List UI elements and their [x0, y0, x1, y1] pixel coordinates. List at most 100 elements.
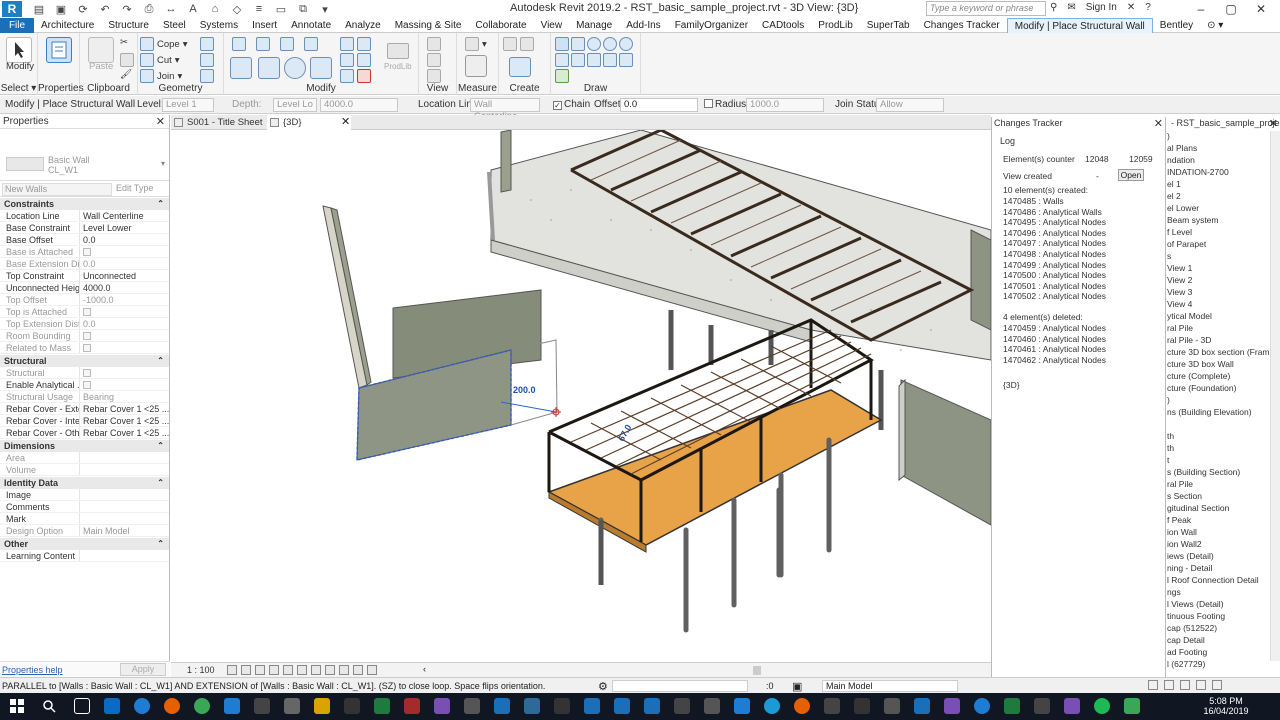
- level-select[interactable]: Level 1: [162, 98, 214, 112]
- match-type-icon[interactable]: 🖌: [120, 69, 132, 80]
- redo-icon[interactable]: ↷: [120, 3, 134, 16]
- browser-item[interactable]: th: [1167, 431, 1174, 441]
- browser-item[interactable]: ral Pile: [1167, 479, 1193, 489]
- collapse-icon[interactable]: ⌃: [157, 198, 164, 210]
- browser-item[interactable]: ion Wall2: [1167, 539, 1202, 549]
- tab-annotate[interactable]: Annotate: [284, 18, 338, 33]
- property-value[interactable]: Rebar Cover 1 <25 ...: [80, 403, 169, 414]
- paste-icon[interactable]: [88, 37, 114, 63]
- acrobat-icon[interactable]: [404, 698, 420, 714]
- checkbox[interactable]: [83, 248, 91, 256]
- property-value[interactable]: Bearing: [80, 391, 169, 402]
- browser-item[interactable]: s Section: [1167, 491, 1202, 501]
- browser-item[interactable]: s: [1167, 251, 1171, 261]
- properties-help-link[interactable]: Properties help: [2, 665, 63, 675]
- outlook-icon[interactable]: [104, 698, 120, 714]
- created-item[interactable]: 1470500 : Analytical Nodes: [1003, 270, 1106, 280]
- store-icon[interactable]: [344, 698, 360, 714]
- property-value[interactable]: Rebar Cover 1 <25 ...: [80, 415, 169, 426]
- modify-arrow-icon[interactable]: [6, 37, 32, 63]
- line-tool-icon[interactable]: [555, 37, 569, 51]
- property-value[interactable]: [80, 464, 169, 475]
- file-explorer-icon[interactable]: [314, 698, 330, 714]
- close-icon[interactable]: ✕: [156, 115, 165, 128]
- model-canvas[interactable]: 200.0 67.0: [171, 130, 991, 661]
- temp-hide-icon[interactable]: [325, 665, 335, 675]
- copy-icon[interactable]: [120, 53, 134, 67]
- revit-task-icon-2[interactable]: [614, 698, 630, 714]
- cut-clipboard-icon[interactable]: ✂: [120, 37, 128, 48]
- browser-item[interactable]: ngs: [1167, 587, 1181, 597]
- property-value[interactable]: [80, 342, 169, 353]
- deleted-item[interactable]: 1470461 : Analytical Nodes: [1003, 344, 1106, 354]
- visual-style-icon[interactable]: [241, 665, 251, 675]
- created-item[interactable]: 1470497 : Analytical Nodes: [1003, 238, 1106, 248]
- app-icon-2[interactable]: [464, 698, 480, 714]
- depth-select[interactable]: Level Lo: [273, 98, 317, 112]
- create-group-icon[interactable]: [509, 57, 531, 77]
- browser-item[interactable]: Beam system: [1167, 215, 1219, 225]
- mirror-draw-icon[interactable]: [304, 37, 318, 51]
- fillet-arc-icon[interactable]: [619, 53, 633, 67]
- onenote-icon[interactable]: [434, 698, 450, 714]
- chevron-down-icon[interactable]: ▾: [161, 159, 165, 168]
- property-value[interactable]: 0.0: [80, 234, 169, 245]
- created-item[interactable]: 1470502 : Analytical Nodes: [1003, 291, 1106, 301]
- property-value[interactable]: -1000.0: [80, 294, 169, 305]
- browser-item[interactable]: View 1: [1167, 263, 1192, 273]
- task-view-icon[interactable]: [74, 698, 90, 714]
- browser-item[interactable]: s (Building Section): [1167, 467, 1240, 477]
- firefox-icon[interactable]: [164, 698, 180, 714]
- checkbox[interactable]: [83, 381, 91, 389]
- offset-input[interactable]: 0.0: [620, 98, 698, 112]
- editing-requests[interactable]: :0: [766, 681, 774, 691]
- browser-item[interactable]: t: [1167, 455, 1169, 465]
- open-button[interactable]: Open: [1118, 169, 1144, 181]
- browser-item[interactable]: ndation: [1167, 155, 1195, 165]
- property-value[interactable]: [80, 379, 169, 390]
- created-item[interactable]: 1470485 : Walls: [1003, 196, 1064, 206]
- sync-icon[interactable]: ⟳: [76, 3, 90, 16]
- property-value[interactable]: [80, 550, 169, 561]
- property-value[interactable]: [80, 306, 169, 317]
- visual-studio-icon[interactable]: [944, 698, 960, 714]
- property-value[interactable]: Main Model: [80, 525, 169, 536]
- windows-start-icon[interactable]: [10, 699, 24, 713]
- app-icon-3[interactable]: [524, 698, 540, 714]
- properties-icon[interactable]: [46, 37, 72, 63]
- browser-item[interactable]: cap Detail: [1167, 635, 1205, 645]
- spotify-icon[interactable]: [1094, 698, 1110, 714]
- analytical-model-icon[interactable]: [353, 665, 363, 675]
- property-value[interactable]: [80, 330, 169, 341]
- browser-item[interactable]: iews (Detail): [1167, 551, 1214, 561]
- tab-bentley[interactable]: Bentley: [1153, 18, 1200, 33]
- sign-in-button[interactable]: Sign In: [1086, 2, 1117, 13]
- arc-tool-icon[interactable]: [555, 53, 569, 67]
- cut-geometry-button[interactable]: Cut ▾: [140, 53, 180, 67]
- browser-item[interactable]: l Roof Connection Detail: [1167, 575, 1259, 585]
- lock-view-icon[interactable]: [311, 665, 321, 675]
- text-icon[interactable]: A: [186, 3, 200, 16]
- tab-file[interactable]: File: [0, 17, 34, 33]
- highlight-displacement-icon[interactable]: [367, 665, 377, 675]
- property-value[interactable]: [80, 501, 169, 512]
- tab-architecture[interactable]: Architecture: [34, 18, 101, 33]
- paste-button[interactable]: Paste: [89, 61, 113, 72]
- browser-item[interactable]: View 4: [1167, 299, 1192, 309]
- deleted-item[interactable]: 1470459 : Analytical Nodes: [1003, 323, 1106, 333]
- app-icon-4[interactable]: [554, 698, 570, 714]
- browser-item[interactable]: INDATION-2700: [1167, 167, 1229, 177]
- taskbar-clock[interactable]: 5:08 PM 16/04/2019: [1196, 696, 1256, 716]
- properties-button[interactable]: Properties: [38, 83, 84, 94]
- deleted-item[interactable]: 1470462 : Analytical Nodes: [1003, 355, 1106, 365]
- browser-item[interactable]: ion Wall: [1167, 527, 1197, 537]
- paint-icon[interactable]: [200, 53, 214, 67]
- browser-item[interactable]: gitudinal Section: [1167, 503, 1229, 513]
- property-value[interactable]: [80, 367, 169, 378]
- exchange-icon[interactable]: ✕: [1127, 2, 1135, 13]
- copy-modify-icon[interactable]: [258, 57, 280, 79]
- trim-icon[interactable]: [310, 57, 332, 79]
- property-group-header[interactable]: Identity Data ⌃: [0, 477, 169, 489]
- browser-item[interactable]: ytical Model: [1167, 311, 1212, 321]
- created-item[interactable]: 1470486 : Analytical Walls: [1003, 207, 1102, 217]
